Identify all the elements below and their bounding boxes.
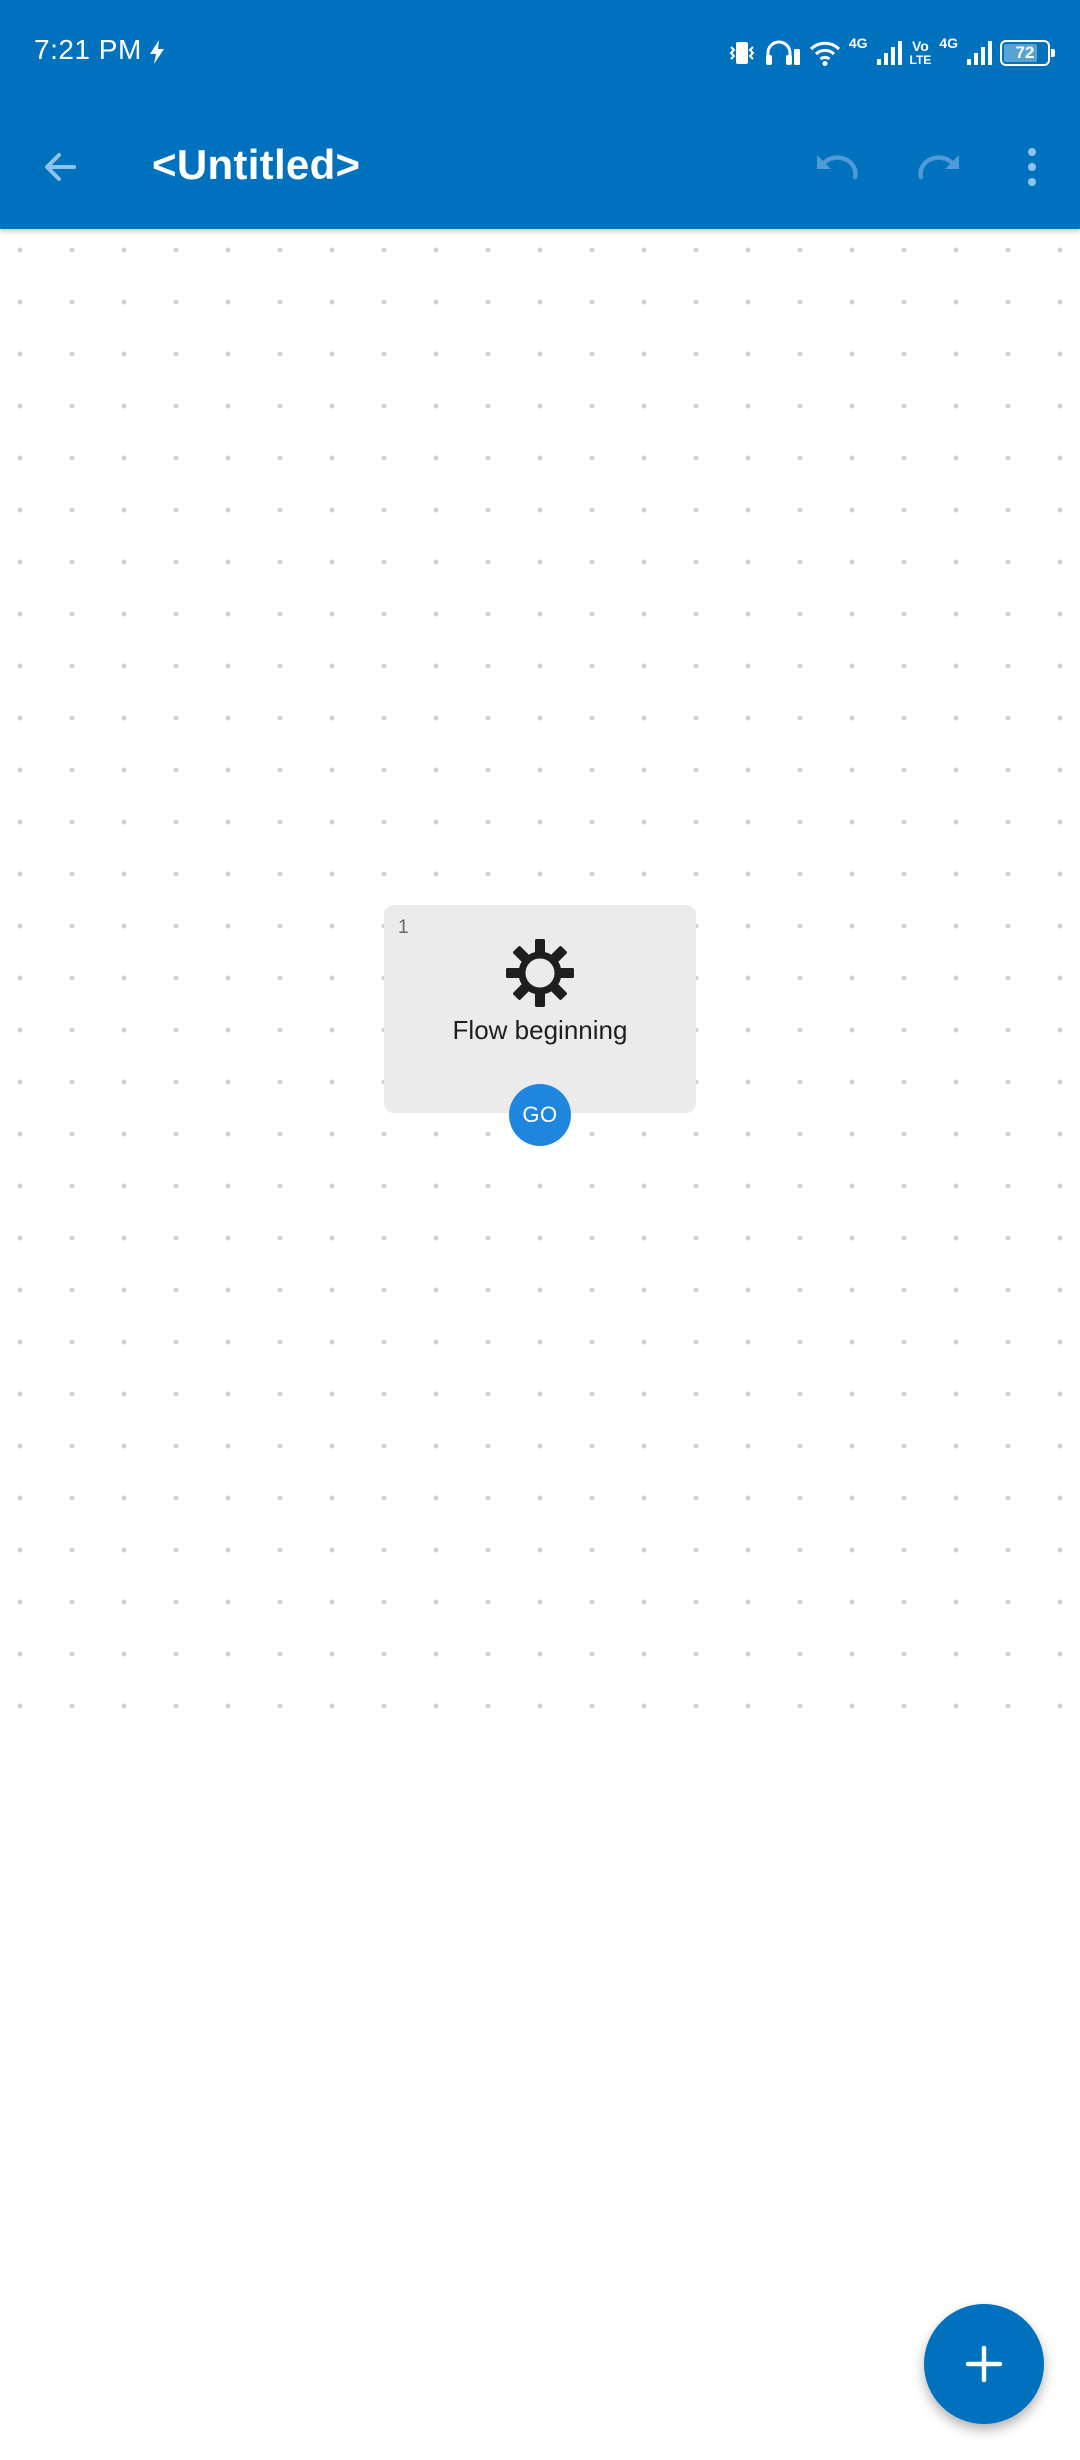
bolt-icon bbox=[150, 40, 164, 64]
more-vert-icon bbox=[1028, 148, 1036, 186]
node-label: Flow beginning bbox=[452, 1015, 628, 1045]
page-title: <Untitled> bbox=[152, 141, 361, 188]
screen: 7:21 PM 4G Vo LTE 4G 72 <Untitled> 1 Flo… bbox=[0, 0, 1080, 2460]
volte-top: Vo bbox=[911, 38, 929, 54]
go-button[interactable]: GO bbox=[509, 1084, 571, 1146]
redo-button[interactable] bbox=[910, 137, 970, 197]
headphones-icon bbox=[765, 40, 800, 65]
gear-icon bbox=[506, 939, 574, 1007]
more-options-button[interactable] bbox=[1002, 137, 1062, 197]
network-type-2: 4G bbox=[939, 35, 958, 51]
back-button[interactable] bbox=[30, 137, 90, 197]
battery-level: 72 bbox=[1015, 43, 1035, 62]
signal-icon bbox=[876, 41, 902, 65]
plus-icon bbox=[965, 2345, 1003, 2383]
status-icons: 4G Vo LTE 4G 72 bbox=[727, 35, 1055, 70]
arrow-back-icon bbox=[45, 153, 76, 181]
battery-indicator: 72 bbox=[1000, 40, 1055, 66]
network-type-1: 4G bbox=[848, 35, 868, 51]
status-time: 7:21 PM bbox=[34, 34, 142, 65]
undo-button[interactable] bbox=[806, 137, 866, 197]
wifi-icon bbox=[809, 41, 840, 66]
node-number: 1 bbox=[398, 917, 409, 938]
undo-icon bbox=[817, 155, 858, 180]
volte-bottom: LTE bbox=[909, 53, 932, 67]
signal-icon bbox=[967, 41, 992, 65]
redo-icon bbox=[918, 155, 959, 180]
vibrate-icon bbox=[729, 42, 755, 64]
flow-node-beginning[interactable]: 1 Flow beginning bbox=[384, 905, 696, 1113]
app-bar: <Untitled> bbox=[0, 105, 1080, 229]
volte-indicator: Vo LTE bbox=[910, 39, 932, 67]
status-bar: 7:21 PM 4G Vo LTE 4G 72 bbox=[0, 0, 1080, 105]
add-block-button[interactable] bbox=[924, 2304, 1044, 2424]
